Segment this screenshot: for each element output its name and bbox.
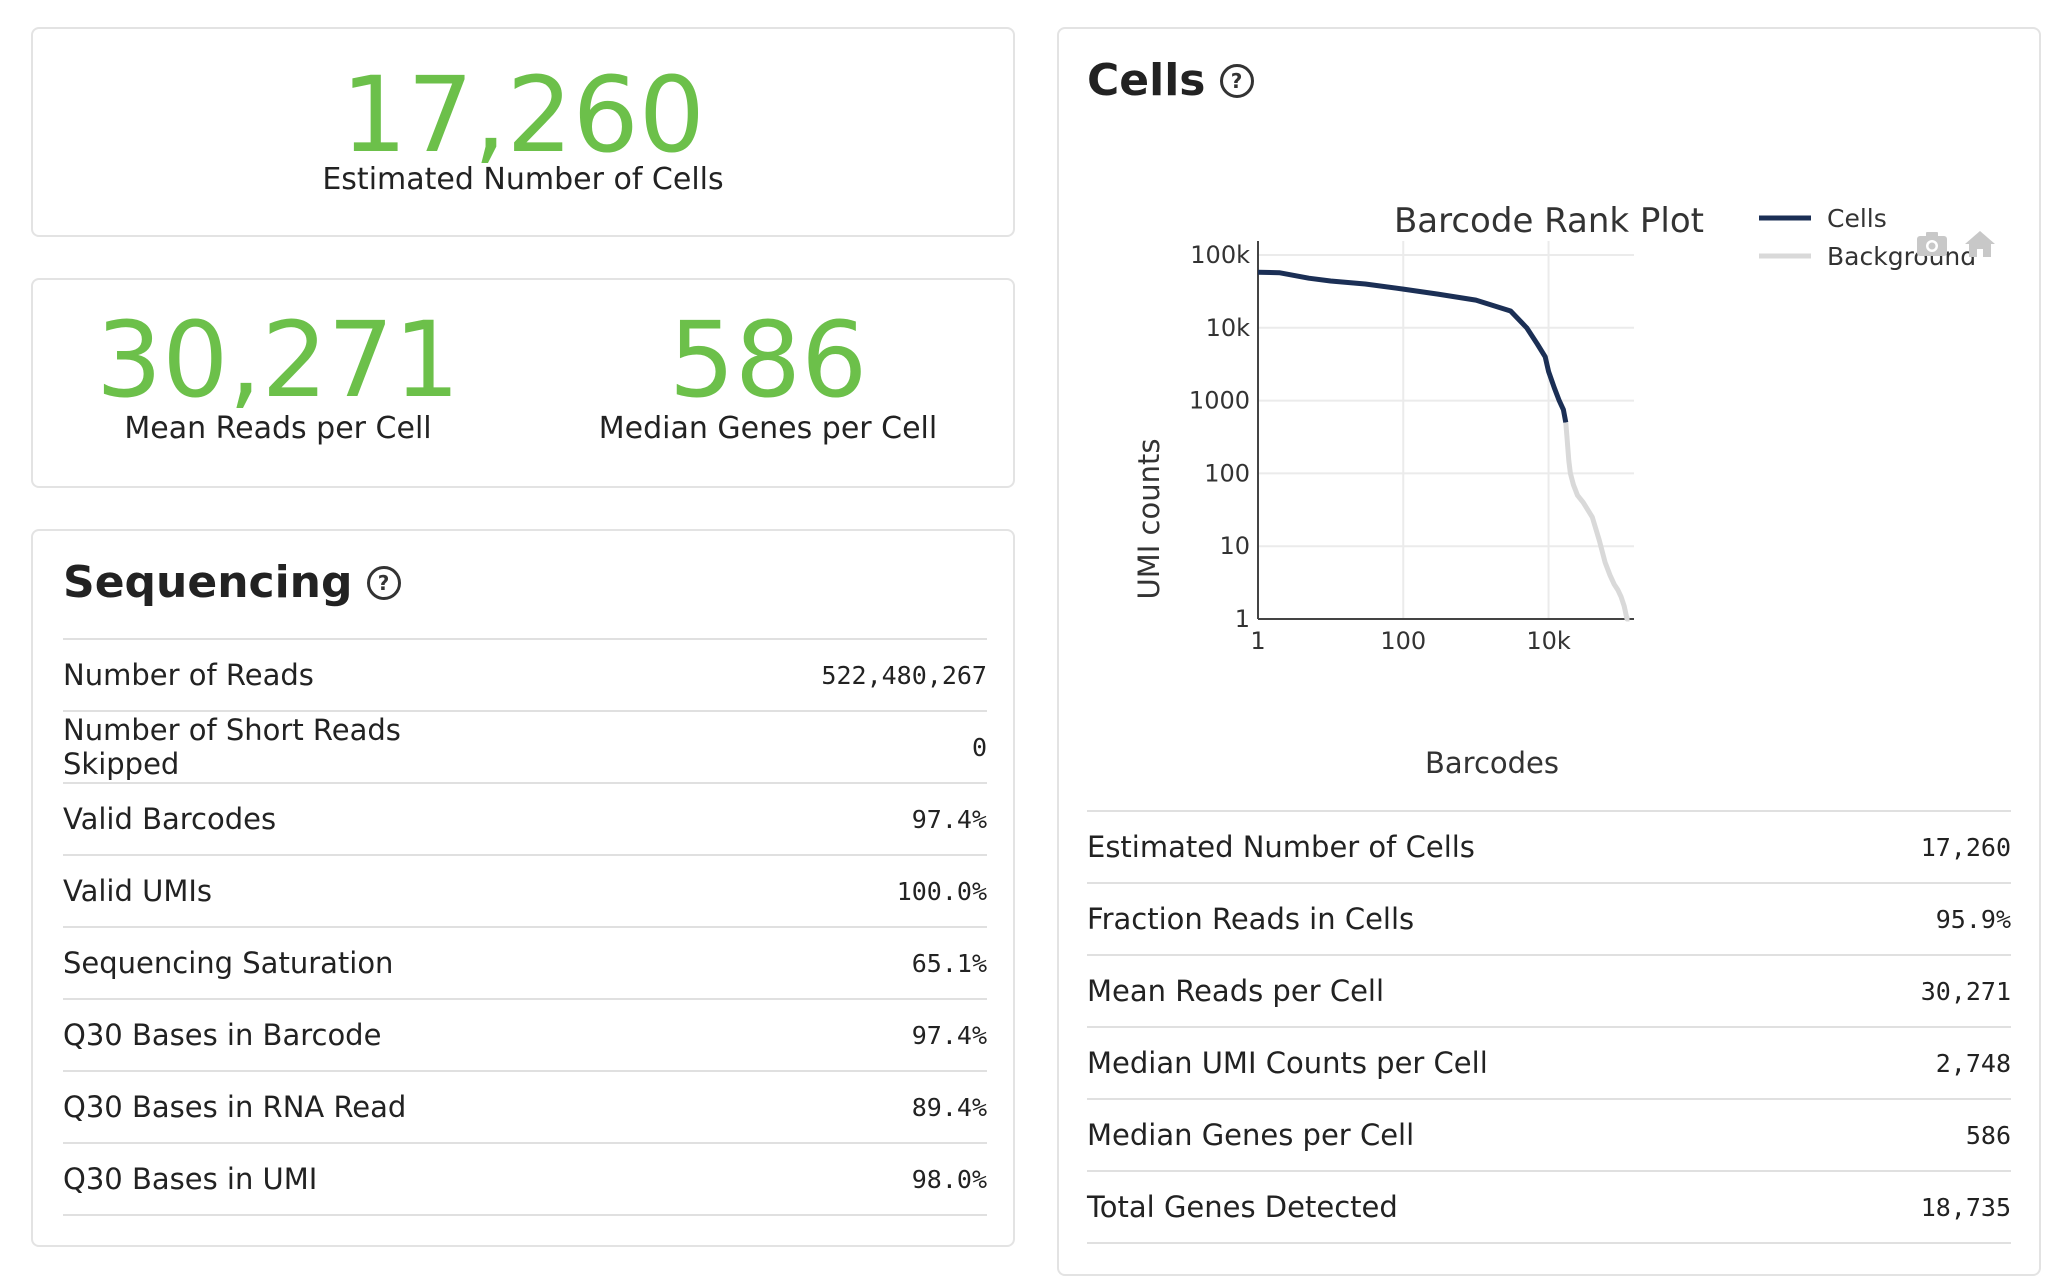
- sequencing-metrics-table: Number of Reads 522,480,267 Number of Shor…: [63, 638, 987, 1216]
- metric-label: Number of Short Reads Skipped: [63, 710, 525, 783]
- metric-label: Median Genes per Cell: [1087, 1098, 1549, 1171]
- cells-metrics-table: Estimated Number of Cells 17,260 Fraction …: [1087, 810, 2011, 1244]
- metric-value: 97.4%: [525, 998, 987, 1071]
- median-genes-label: Median Genes per Cell: [598, 411, 938, 446]
- cells-title: Cells?: [1087, 55, 1254, 106]
- metric-row: Q30 Bases in Barcode 97.4%: [63, 998, 987, 1071]
- metric-label: Sequencing Saturation: [63, 926, 525, 999]
- metric-value: 522,480,267: [525, 638, 987, 711]
- y-tick-label: 100k: [1190, 241, 1250, 269]
- y-axis-label: UMI counts: [1132, 439, 1166, 600]
- help-icon[interactable]: ?: [1219, 64, 1254, 98]
- metric-value: 89.4%: [525, 1070, 987, 1143]
- y-tick-label: 10k: [1206, 314, 1251, 342]
- x-axis-label: Barcodes: [1425, 746, 1559, 779]
- legend-label[interactable]: Cells: [1827, 204, 1887, 233]
- metric-row: Fraction Reads in Cells 95.9%: [1087, 882, 2011, 955]
- metric-value: 586: [1549, 1098, 2011, 1171]
- metric-row: Valid Barcodes 97.4%: [63, 782, 987, 855]
- metric-row: Sequencing Saturation 65.1%: [63, 926, 987, 999]
- metric-label: Fraction Reads in Cells: [1087, 882, 1549, 955]
- metric-row: Q30 Bases in RNA Read 89.4%: [63, 1070, 987, 1143]
- metric-label: Number of Reads: [63, 638, 525, 711]
- sequencing-card: Sequencing? Number of Reads 522,480,267 Nu…: [31, 529, 1015, 1247]
- metric-label: Mean Reads per Cell: [1087, 954, 1549, 1027]
- metric-label: Estimated Number of Cells: [1087, 810, 1549, 883]
- home-icon[interactable]: [1965, 231, 1995, 257]
- y-tick-label: 100: [1204, 459, 1250, 487]
- metric-value: 98.0%: [525, 1142, 987, 1216]
- metric-value: 100.0%: [525, 854, 987, 927]
- chart-series: [1257, 269, 1630, 622]
- help-icon[interactable]: ?: [366, 566, 401, 600]
- y-tick-label: 1000: [1189, 387, 1250, 415]
- metric-value: 30,271: [1549, 954, 2011, 1027]
- estimated-cells-label: Estimated Number of Cells: [322, 162, 724, 197]
- metric-label: Q30 Bases in UMI: [63, 1142, 525, 1216]
- x-tick-label: 10k: [1526, 627, 1571, 655]
- camera-icon[interactable]: [1917, 232, 1947, 256]
- sequencing-title-text: Sequencing: [63, 557, 353, 608]
- mean-reads-value: 30,271: [96, 299, 460, 421]
- metric-row: Estimated Number of Cells 17,260: [1087, 810, 2011, 883]
- metric-label: Valid UMIs: [63, 854, 525, 927]
- mean-reads-block: 30,271 Mean Reads per Cell: [33, 280, 523, 486]
- metric-value: 2,748: [1549, 1026, 2011, 1099]
- chart-title: Barcode Rank Plot: [1394, 201, 1704, 241]
- metric-row: Valid UMIs 100.0%: [63, 854, 987, 927]
- median-genes-value: 586: [668, 299, 868, 421]
- reads-genes-card: 30,271 Mean Reads per Cell 586 Median Ge…: [31, 278, 1015, 488]
- barcode-rank-plot[interactable]: Barcode Rank Plot Barcodes UMI counts 11…: [1059, 159, 2043, 779]
- metric-row: Q30 Bases in UMI 98.0%: [63, 1142, 987, 1216]
- estimated-cells-card: 17,260 Estimated Number of Cells: [31, 27, 1015, 237]
- median-genes-block: 586 Median Genes per Cell: [523, 280, 1013, 486]
- cells-title-text: Cells: [1087, 55, 1206, 106]
- legend-label[interactable]: Background: [1827, 242, 1976, 271]
- metric-label: Q30 Bases in RNA Read: [63, 1070, 525, 1143]
- metric-row: Mean Reads per Cell 30,271: [1087, 954, 2011, 1027]
- metric-value: 0: [525, 710, 987, 783]
- metric-label: Median UMI Counts per Cell: [1087, 1026, 1549, 1099]
- cells-card: Cells? Barcode Rank Plot Barcodes UMI co…: [1057, 27, 2041, 1276]
- y-tick-label: 1: [1235, 605, 1250, 633]
- metric-row: Number of Reads 522,480,267: [63, 638, 987, 711]
- metric-label: Q30 Bases in Barcode: [63, 998, 525, 1071]
- sequencing-title: Sequencing?: [63, 557, 401, 608]
- metric-value: 97.4%: [525, 782, 987, 855]
- metric-value: 17,260: [1549, 810, 2011, 883]
- metric-value: 18,735: [1549, 1170, 2011, 1244]
- x-tick-label: 1: [1250, 627, 1265, 655]
- metric-label: Valid Barcodes: [63, 782, 525, 855]
- metric-row: Total Genes Detected 18,735: [1087, 1170, 2011, 1244]
- y-tick-label: 10: [1219, 532, 1250, 560]
- metric-row: Number of Short Reads Skipped 0: [63, 710, 987, 783]
- x-tick-label: 100: [1380, 627, 1426, 655]
- metric-label: Total Genes Detected: [1087, 1170, 1549, 1244]
- metric-value: 95.9%: [1549, 882, 2011, 955]
- estimated-cells-value: 17,260: [341, 54, 705, 176]
- series-line-background: [1563, 422, 1630, 622]
- metric-value: 65.1%: [525, 926, 987, 999]
- metric-row: Median Genes per Cell 586: [1087, 1098, 2011, 1171]
- metric-row: Median UMI Counts per Cell 2,748: [1087, 1026, 2011, 1099]
- mean-reads-label: Mean Reads per Cell: [124, 411, 432, 446]
